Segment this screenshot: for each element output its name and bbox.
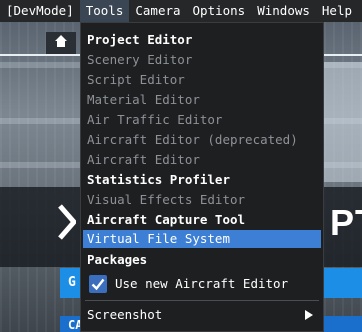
background-button-label: G <box>68 275 76 290</box>
menu-item-aircraft-editor[interactable]: Aircraft Editor <box>83 151 321 169</box>
checkmark-icon <box>91 278 105 291</box>
menu-item-screenshot[interactable]: Screenshot <box>83 305 321 325</box>
checkbox-label: Use new Aircraft Editor <box>115 276 289 291</box>
menu-item-aircraft-editor-deprecated[interactable]: Aircraft Editor (deprecated) <box>83 131 321 149</box>
menu-item-statistics-profiler[interactable]: Statistics Profiler <box>83 171 321 189</box>
menu-bar: [DevMode] Tools Camera Options Windows H… <box>0 0 362 22</box>
menu-item-scenery-editor[interactable]: Scenery Editor <box>83 51 321 69</box>
menu-item-air-traffic-editor[interactable]: Air Traffic Editor <box>83 111 321 129</box>
menu-item-project-editor[interactable]: Project Editor <box>83 31 321 49</box>
menu-camera[interactable]: Camera <box>129 0 186 22</box>
menu-item-material-editor[interactable]: Material Editor <box>83 91 321 109</box>
menu-item-aircraft-capture-tool[interactable]: Aircraft Capture Tool <box>83 211 321 229</box>
menu-help[interactable]: Help <box>316 0 358 22</box>
tools-dropdown: Project Editor Scenery Editor Script Edi… <box>80 22 324 332</box>
menu-options[interactable]: Options <box>187 0 252 22</box>
menu-item-virtual-file-system[interactable]: Virtual File System <box>83 230 321 248</box>
menu-item-visual-effects-editor[interactable]: Visual Effects Editor <box>83 191 321 209</box>
menu-tools[interactable]: Tools <box>79 0 130 22</box>
menu-windows[interactable]: Windows <box>251 0 316 22</box>
menu-item-use-new-aircraft-editor[interactable]: Use new Aircraft Editor <box>83 273 321 295</box>
banner-text: PT <box>330 202 362 243</box>
menu-separator <box>85 300 319 301</box>
home-icon[interactable] <box>54 34 68 48</box>
chevron-right-icon <box>58 204 76 240</box>
menu-item-packages[interactable]: Packages <box>83 251 321 269</box>
menu-item-script-editor[interactable]: Script Editor <box>83 71 321 89</box>
background-panel <box>322 62 362 182</box>
chevron-right-icon <box>305 310 313 320</box>
checkbox[interactable] <box>89 275 107 293</box>
menu-devmode[interactable]: [DevMode] <box>0 0 80 22</box>
submenu-label: Screenshot <box>87 307 163 322</box>
